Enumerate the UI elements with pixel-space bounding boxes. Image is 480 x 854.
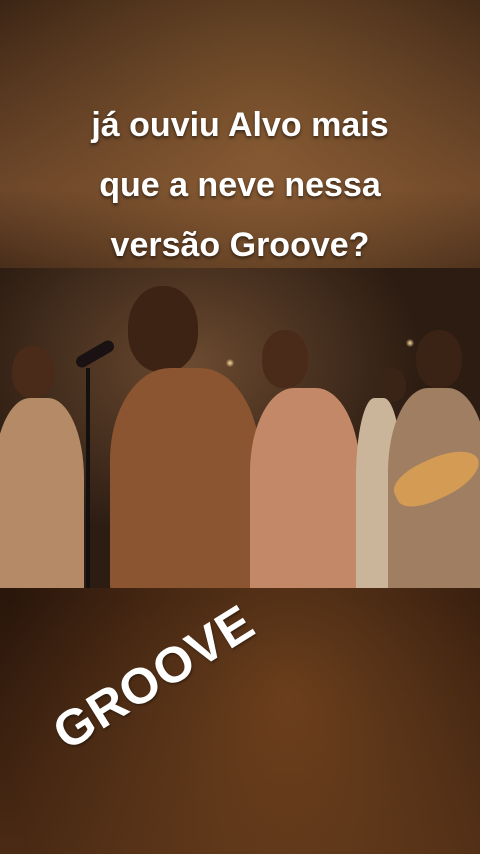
caption-line-3: versão Groove? (110, 226, 370, 264)
microphone (73, 338, 117, 370)
band-photo (0, 268, 480, 588)
caption-line-1: já ouviu Alvo mais (91, 106, 389, 144)
groove-label: GROOVE (43, 593, 265, 761)
mic-stand (86, 368, 90, 588)
caption-line-2: que a neve nessa (99, 166, 381, 204)
